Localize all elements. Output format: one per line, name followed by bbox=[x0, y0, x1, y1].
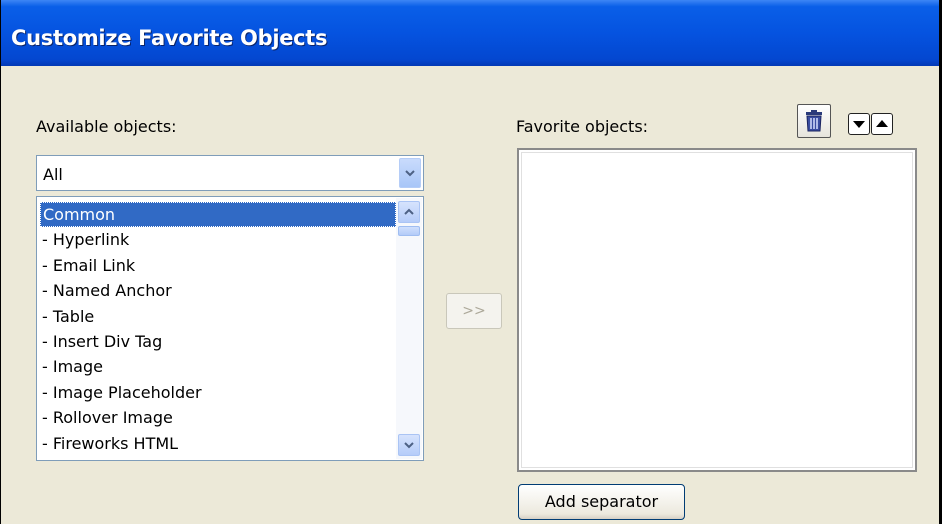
favorite-objects-list[interactable] bbox=[517, 148, 917, 472]
list-item[interactable]: - Fireworks HTML bbox=[40, 431, 396, 456]
list-item[interactable]: - Table bbox=[40, 304, 396, 329]
arrow-up-icon bbox=[876, 120, 888, 127]
available-objects-list[interactable]: Common - Hyperlink - Email Link - Named … bbox=[36, 196, 424, 461]
list-item[interactable]: - Image Placeholder bbox=[40, 380, 396, 405]
list-item[interactable]: - Named Anchor bbox=[40, 278, 396, 303]
scroll-down-button[interactable] bbox=[398, 434, 420, 456]
trash-icon bbox=[806, 110, 822, 132]
remove-favorite-button[interactable] bbox=[797, 104, 831, 138]
add-separator-button[interactable]: Add separator bbox=[518, 484, 685, 520]
title-bar: Customize Favorite Objects bbox=[1, 0, 939, 66]
category-select-value: All bbox=[43, 165, 63, 184]
list-item[interactable]: - Image bbox=[40, 354, 396, 379]
available-objects-items: Common - Hyperlink - Email Link - Named … bbox=[40, 202, 396, 456]
customize-favorites-dialog: Customize Favorite Objects Available obj… bbox=[0, 0, 940, 524]
move-up-button[interactable] bbox=[871, 113, 893, 135]
category-select[interactable]: All bbox=[36, 155, 424, 191]
chevron-down-icon bbox=[405, 170, 415, 177]
chevron-down-icon bbox=[404, 442, 414, 449]
scroll-up-button[interactable] bbox=[398, 201, 420, 223]
vertical-scrollbar[interactable] bbox=[396, 198, 422, 459]
add-to-favorites-button[interactable]: >> bbox=[446, 293, 502, 329]
list-item[interactable]: - Email Link bbox=[40, 253, 396, 278]
scrollbar-thumb[interactable] bbox=[398, 226, 420, 236]
dialog-title: Customize Favorite Objects bbox=[11, 26, 328, 50]
list-item[interactable]: - Hyperlink bbox=[40, 227, 396, 252]
arrow-down-icon bbox=[853, 121, 865, 128]
favorite-objects-label: Favorite objects: bbox=[516, 117, 649, 136]
available-objects-label: Available objects: bbox=[36, 117, 177, 136]
list-item[interactable]: - Rollover Image bbox=[40, 405, 396, 430]
move-down-button[interactable] bbox=[848, 113, 870, 135]
list-item[interactable]: Common bbox=[40, 202, 396, 228]
chevron-up-icon bbox=[404, 208, 414, 215]
dropdown-arrow-button[interactable] bbox=[399, 158, 421, 188]
list-item[interactable]: - Insert Div Tag bbox=[40, 329, 396, 354]
